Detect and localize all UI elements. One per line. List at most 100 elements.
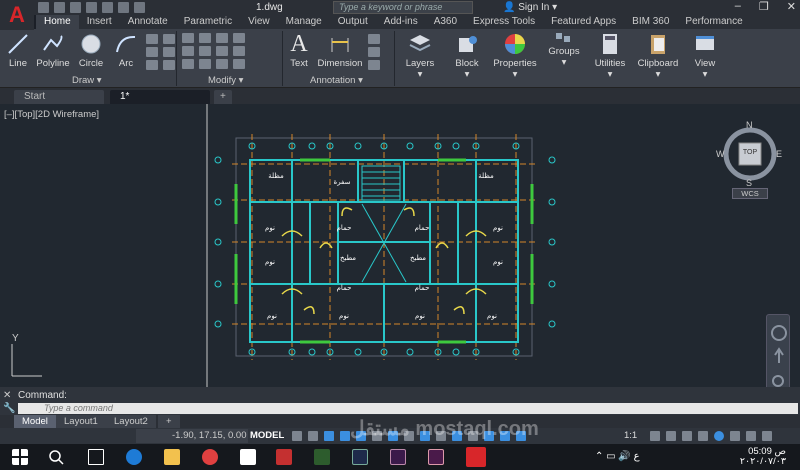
clean-screen-icon[interactable] — [746, 431, 756, 441]
dimension-button[interactable]: Dimension — [316, 32, 364, 69]
model-space-button[interactable]: MODEL — [250, 430, 284, 441]
premiere-icon[interactable] — [390, 449, 406, 465]
annotation-panel-label[interactable]: Annotation ▾ — [310, 75, 363, 86]
tab-featured-apps[interactable]: Featured Apps — [543, 15, 624, 29]
autocad-taskbar-icon[interactable] — [466, 447, 486, 467]
tab-express-tools[interactable]: Express Tools — [465, 15, 543, 29]
quick-properties-icon[interactable] — [698, 431, 708, 441]
trim-icon[interactable] — [216, 33, 228, 43]
customization-icon[interactable] — [762, 431, 772, 441]
view-button[interactable]: View ▾ — [688, 32, 722, 80]
text-button[interactable]: A Text — [286, 32, 312, 69]
scale-icon[interactable] — [199, 59, 211, 69]
modify-panel-label[interactable]: Modify ▾ — [208, 75, 243, 86]
chrome-icon[interactable] — [202, 449, 218, 465]
undo-icon[interactable] — [118, 2, 129, 13]
polyline-button[interactable]: Polyline — [34, 32, 72, 69]
tab-home[interactable]: Home — [36, 15, 79, 29]
new-icon[interactable] — [38, 2, 49, 13]
search-icon[interactable] — [48, 449, 64, 465]
tab-output[interactable]: Output — [330, 15, 376, 29]
circle-button[interactable]: Circle — [76, 32, 106, 69]
offset-icon[interactable] — [233, 59, 245, 69]
edge-icon[interactable] — [126, 449, 142, 465]
search-input[interactable]: Type a keyword or phrase — [333, 1, 473, 14]
viewcube-top-face[interactable]: TOP — [741, 149, 759, 156]
tab-insert[interactable]: Insert — [79, 15, 120, 29]
table-annot-icon[interactable] — [368, 47, 380, 57]
gradient-icon[interactable] — [146, 47, 158, 57]
clipboard-button[interactable]: Clipboard ▾ — [636, 32, 680, 80]
units-icon[interactable] — [682, 431, 692, 441]
tab-annotate[interactable]: Annotate — [120, 15, 176, 29]
wrench-icon[interactable]: 🔧 — [3, 403, 15, 414]
tab-view[interactable]: View — [240, 15, 278, 29]
tab-start[interactable]: Start — [14, 90, 104, 104]
redo-icon[interactable] — [134, 2, 145, 13]
tab-manage[interactable]: Manage — [278, 15, 330, 29]
hardware-acceleration-icon[interactable] — [730, 431, 740, 441]
draw-panel-label[interactable]: Draw ▾ — [72, 75, 102, 86]
wcs-menu[interactable]: WCS — [732, 188, 768, 199]
ortho-icon[interactable] — [324, 431, 334, 441]
add-layout-button[interactable]: + — [158, 415, 180, 428]
drawing-viewport[interactable]: [–][Top][2D Wireframe] Y مظلة مظلة سفرة … — [0, 104, 800, 442]
erase-icon[interactable] — [233, 33, 245, 43]
file-explorer-icon[interactable] — [164, 449, 180, 465]
pan-icon[interactable] — [774, 347, 784, 363]
tab-parametric[interactable]: Parametric — [176, 15, 240, 29]
workspace-gear-icon[interactable] — [650, 431, 660, 441]
fillet-icon[interactable] — [216, 46, 228, 56]
tab-layout2[interactable]: Layout2 — [106, 415, 156, 428]
rectangle-icon[interactable] — [146, 34, 158, 44]
mirror-icon[interactable] — [199, 46, 211, 56]
app-icon[interactable] — [428, 449, 444, 465]
restore-icon[interactable]: ❐ — [759, 0, 769, 13]
steering-wheel-icon[interactable] — [771, 325, 787, 341]
tab-model[interactable]: Model — [14, 415, 56, 428]
command-input[interactable]: Type a command — [18, 403, 798, 414]
photoshop-icon[interactable] — [352, 449, 368, 465]
sign-in-button[interactable]: 👤 Sign In ▾ — [503, 2, 557, 13]
task-view-icon[interactable] — [88, 449, 104, 465]
tab-performance[interactable]: Performance — [677, 15, 750, 29]
viewcube[interactable]: TOP N S E W WCS — [712, 120, 796, 206]
tab-a360[interactable]: A360 — [426, 15, 465, 29]
minimize-icon[interactable]: – — [735, 0, 741, 13]
groups-button[interactable]: Groups ▾ — [544, 32, 584, 68]
line-button[interactable]: Line — [4, 32, 32, 69]
tab-drawing[interactable]: 1* — [110, 90, 210, 104]
properties-button[interactable]: Properties ▾ — [492, 32, 538, 80]
annotation-scale[interactable]: 1:1 — [624, 430, 637, 441]
windows-start-icon[interactable] — [12, 449, 28, 465]
hatch-icon[interactable] — [163, 34, 175, 44]
annotation-monitor-icon[interactable] — [666, 431, 676, 441]
boundary-icon[interactable] — [163, 47, 175, 57]
grid-icon[interactable] — [292, 431, 302, 441]
tab-bim-360[interactable]: BIM 360 — [624, 15, 677, 29]
isolate-objects-icon[interactable] — [714, 431, 724, 441]
copy-icon[interactable] — [182, 46, 194, 56]
plot-icon[interactable] — [102, 2, 113, 13]
tab-layout1[interactable]: Layout1 — [56, 415, 106, 428]
saveas-icon[interactable] — [86, 2, 97, 13]
utilities-button[interactable]: Utilities ▾ — [590, 32, 630, 80]
tab-add-ins[interactable]: Add-ins — [376, 15, 426, 29]
open-icon[interactable] — [54, 2, 65, 13]
polar-icon[interactable] — [340, 431, 350, 441]
move-icon[interactable] — [182, 33, 194, 43]
explode-icon[interactable] — [233, 46, 245, 56]
region-icon[interactable] — [146, 60, 158, 70]
close-icon[interactable]: ✕ — [3, 390, 11, 401]
save-icon[interactable] — [70, 2, 81, 13]
store-icon[interactable] — [240, 449, 256, 465]
coordinates-readout[interactable]: -1.90, 17.15, 0.00 — [136, 429, 248, 443]
table-icon[interactable] — [163, 60, 175, 70]
markup-icon[interactable] — [368, 60, 380, 70]
block-button[interactable]: Block ▾ — [448, 32, 486, 80]
app-icon[interactable] — [276, 449, 292, 465]
layers-button[interactable]: Layers ▾ — [398, 32, 442, 80]
clock[interactable]: 05:09 ص ٢٠٢٠/٠٧/٠٣ — [740, 447, 786, 467]
leader-icon[interactable] — [368, 34, 380, 44]
zoom-icon[interactable] — [772, 375, 784, 387]
